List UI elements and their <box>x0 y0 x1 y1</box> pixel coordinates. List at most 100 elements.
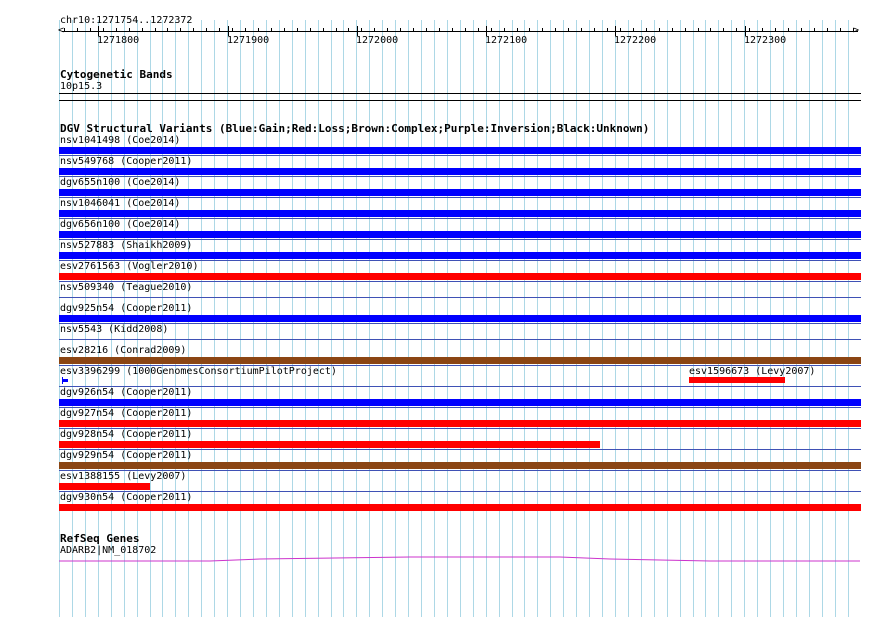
ruler-tick <box>788 28 789 32</box>
ruler-tick <box>297 28 298 32</box>
ruler-tick <box>762 28 763 32</box>
ruler-tick <box>310 28 311 32</box>
variant-bar[interactable] <box>689 377 785 383</box>
ruler-tick <box>103 28 104 32</box>
variant-bar[interactable] <box>59 483 150 490</box>
ruler-tick <box>775 28 776 32</box>
variant-bar[interactable] <box>59 420 861 427</box>
ruler-tick <box>672 28 673 32</box>
ruler-tick <box>581 28 582 32</box>
ruler-tick <box>840 28 841 32</box>
ruler-tick <box>400 28 401 32</box>
track-title: DGV Structural Variants (Blue:Gain;Red:L… <box>60 122 650 135</box>
ruler-tick <box>232 28 233 32</box>
ruler-tick <box>529 28 530 32</box>
coordinate-label: chr10:1271754..1272372 <box>60 15 193 26</box>
ruler-tick <box>167 28 168 32</box>
variant-bar[interactable] <box>59 399 861 406</box>
ruler-tick <box>245 28 246 32</box>
ruler-tick <box>646 28 647 32</box>
ruler-tick <box>348 28 349 32</box>
variant-label[interactable]: esv3396299 (1000GenomesConsortiumPilotPr… <box>60 366 337 378</box>
variant-label[interactable]: nsv1046041 (Coe2014) <box>60 198 180 210</box>
variant-label[interactable]: dgv925n54 (Cooper2011) <box>60 303 192 315</box>
ruler-tick <box>517 28 518 32</box>
row-separator <box>59 339 861 340</box>
ruler-tick <box>374 28 375 32</box>
ruler-tick <box>155 28 156 32</box>
variant-label[interactable]: esv2761563 (Vogler2010) <box>60 261 198 273</box>
ruler-tick <box>633 28 634 32</box>
variant-label[interactable]: dgv927n54 (Cooper2011) <box>60 408 192 420</box>
ruler-tick <box>555 28 556 32</box>
ruler-tick <box>594 28 595 32</box>
ruler-tick-label: 1272000 <box>356 35 399 46</box>
ruler-tick <box>426 28 427 32</box>
variant-label[interactable]: dgv655n100 (Coe2014) <box>60 177 180 189</box>
ruler-tick-label: 1272200 <box>614 35 657 46</box>
ruler-tick <box>659 28 660 32</box>
variant-label[interactable]: dgv929n54 (Cooper2011) <box>60 450 192 462</box>
ruler-tick <box>142 28 143 32</box>
variant-label[interactable]: nsv1041498 (Coe2014) <box>60 135 180 147</box>
ruler-tick <box>723 28 724 32</box>
ruler-tick <box>736 28 737 32</box>
ruler-tick-label: 1272100 <box>485 35 528 46</box>
variant-bar[interactable] <box>59 210 861 217</box>
variant-label[interactable]: esv28216 (Conrad2009) <box>60 345 186 357</box>
ruler-tick-label: 1272300 <box>744 35 787 46</box>
ruler-tick <box>710 28 711 32</box>
cytoband-line-bottom <box>59 100 861 101</box>
ruler-tick <box>620 28 621 32</box>
row-separator <box>59 323 861 324</box>
variant-label[interactable]: dgv656n100 (Coe2014) <box>60 219 180 231</box>
ruler-tick <box>827 28 828 32</box>
variant-bar[interactable] <box>59 189 861 196</box>
variant-label[interactable]: nsv509340 (Teague2010) <box>60 282 192 294</box>
variant-label[interactable]: nsv549768 (Cooper2011) <box>60 156 192 168</box>
variant-label[interactable]: esv1388155 (Levy2007) <box>60 471 186 483</box>
ruler-tick <box>452 28 453 32</box>
variant-bar[interactable] <box>59 273 861 280</box>
ruler-tick <box>206 28 207 32</box>
variant-bar[interactable] <box>59 357 861 364</box>
ruler-tick <box>129 28 130 32</box>
variant-bar[interactable] <box>59 462 861 469</box>
variant-bar[interactable] <box>59 315 861 322</box>
ruler-tick-label: 1271900 <box>227 35 270 46</box>
ruler-tick <box>607 28 608 32</box>
variant-bar-tick <box>62 377 63 384</box>
ruler-tick <box>504 28 505 32</box>
variant-bar[interactable] <box>59 147 861 154</box>
ruler-tick <box>439 28 440 32</box>
variant-label[interactable]: dgv926n54 (Cooper2011) <box>60 387 192 399</box>
track-title: Cytogenetic Bands <box>60 68 173 81</box>
variant-bar[interactable] <box>59 252 861 259</box>
ruler-tick <box>180 28 181 32</box>
variant-label[interactable]: dgv930n54 (Cooper2011) <box>60 492 192 504</box>
row-separator <box>59 297 861 298</box>
ruler-tick <box>323 28 324 32</box>
ruler-tick <box>685 28 686 32</box>
variant-label[interactable]: dgv928n54 (Cooper2011) <box>60 429 192 441</box>
variant-label[interactable]: nsv5543 (Kidd2008) <box>60 324 168 336</box>
ruler-tick <box>814 28 815 32</box>
variant-bar[interactable] <box>59 168 861 175</box>
ruler-tick <box>853 28 854 32</box>
ruler-tick <box>284 28 285 32</box>
ruler-tick <box>542 28 543 32</box>
ruler-tick <box>568 28 569 32</box>
variant-bar[interactable] <box>59 441 600 448</box>
ruler-axis <box>62 31 858 32</box>
variant-bar[interactable] <box>59 504 861 511</box>
track-title: RefSeq Genes <box>60 532 140 545</box>
cytoband-line-top <box>59 93 861 94</box>
variant-label[interactable]: nsv527883 (Shaikh2009) <box>60 240 192 252</box>
ruler-tick-label: 1271800 <box>97 35 140 46</box>
ruler-tick <box>64 28 65 32</box>
ruler-tick <box>90 28 91 32</box>
variant-bar[interactable] <box>59 231 861 238</box>
ruler-tick <box>219 28 220 32</box>
ruler-tick <box>336 28 337 32</box>
gene-coverage-line[interactable] <box>0 550 890 566</box>
